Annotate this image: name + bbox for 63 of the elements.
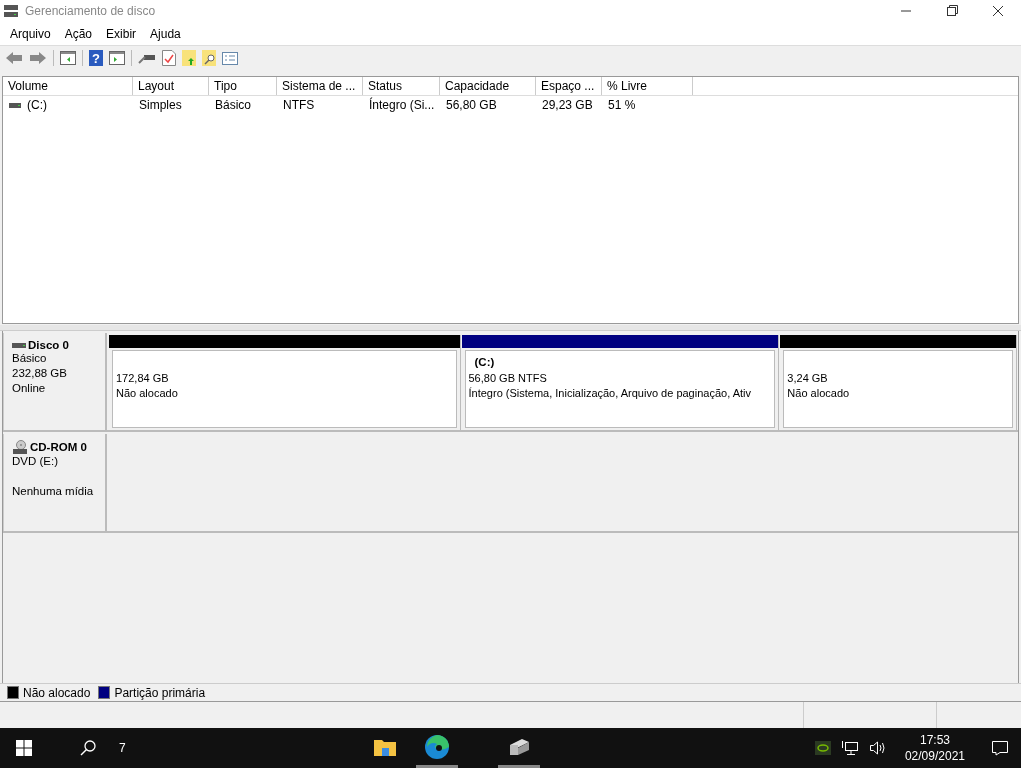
disk-status: Nenhuma mídia: [12, 484, 95, 499]
notification-icon[interactable]: [991, 740, 1009, 756]
checklist-page-icon[interactable]: [162, 50, 176, 66]
column-header[interactable]: Status: [363, 77, 440, 95]
partition-size: 172,84 GB: [116, 371, 170, 386]
table-cell: 29,23 GB: [542, 98, 593, 112]
partition-status: Íntegro (Sistema, Inicialização, Arquivo de paginação, Ativ: [468, 386, 752, 401]
folder-icon: [373, 737, 396, 756]
disk-management-icon: [3, 4, 19, 18]
legend-label: Partição primária: [114, 685, 206, 700]
partition-size: 3,24 GB: [787, 371, 829, 386]
disk-info: Básico: [12, 351, 48, 366]
menu-item[interactable]: Ação: [57, 26, 100, 41]
table-cell: Íntegro (Si...: [369, 98, 435, 112]
table-cell: Básico: [215, 98, 252, 112]
disk-management-icon: [507, 736, 530, 757]
column-header[interactable]: % Livre: [602, 77, 693, 95]
column-header[interactable]: Espaço ...: [536, 77, 602, 95]
disk-info: 232,88 GB: [12, 366, 68, 381]
properties-icon[interactable]: [222, 51, 238, 65]
table-cell: 56,80 GB: [446, 98, 497, 112]
help-icon[interactable]: ?: [89, 50, 103, 66]
disk-name: CD-ROM 0: [30, 441, 87, 453]
network-icon[interactable]: [840, 740, 859, 756]
clock-time[interactable]: 17:53: [919, 732, 950, 748]
disk-status: Online: [12, 381, 47, 396]
drive-icon: [9, 102, 21, 108]
search-count: 7: [119, 741, 126, 755]
menu-item[interactable]: Ajuda: [143, 26, 188, 41]
table-cell: Simples: [139, 98, 182, 112]
partition-size: 56,80 GB NTFS: [468, 371, 548, 386]
drive-icon: [12, 342, 26, 348]
column-header[interactable]: Volume: [3, 77, 133, 95]
menu-item[interactable]: Arquivo: [3, 26, 58, 41]
cd-drive-icon: [12, 440, 28, 454]
disk-name: Disco 0: [28, 339, 69, 351]
table-cell: (C:): [27, 98, 47, 112]
partition-status: Não alocado: [787, 386, 851, 401]
windows-start-icon[interactable]: [16, 740, 32, 756]
column-header[interactable]: Tipo: [209, 77, 277, 95]
column-header[interactable]: Layout: [133, 77, 209, 95]
action-pane-icon[interactable]: [109, 51, 125, 65]
volume-icon[interactable]: [868, 740, 887, 756]
clock-date[interactable]: 02/09/2021: [904, 748, 965, 764]
menu-item[interactable]: Exibir: [99, 26, 144, 41]
graphics-driver-icon[interactable]: [814, 741, 831, 755]
partition-status: Não alocado: [116, 386, 179, 401]
column-header[interactable]: Capacidade: [440, 77, 536, 95]
window-title: Gerenciamento de disco: [25, 4, 156, 18]
legend-label: Não alocado: [23, 685, 91, 700]
console-tree-icon[interactable]: [60, 51, 76, 65]
search-icon[interactable]: [80, 740, 96, 756]
back-arrow-icon[interactable]: [5, 51, 23, 65]
forward-arrow-icon[interactable]: [29, 51, 47, 65]
disk-label-panel[interactable]: CD-ROM 0 DVD (E:) Nenhuma mídia: [3, 434, 107, 531]
table-cell: 51 %: [608, 98, 636, 112]
folder-search-icon[interactable]: [202, 50, 216, 66]
table-cell: NTFS: [283, 98, 315, 112]
disk-label-panel[interactable]: Disco 0 Básico 232,88 GB Online: [3, 333, 107, 430]
browser-icon: [424, 734, 449, 759]
disk-info: DVD (E:): [12, 454, 59, 469]
column-header[interactable]: Sistema de ...: [277, 77, 363, 95]
partition-title: (C:): [473, 356, 496, 370]
